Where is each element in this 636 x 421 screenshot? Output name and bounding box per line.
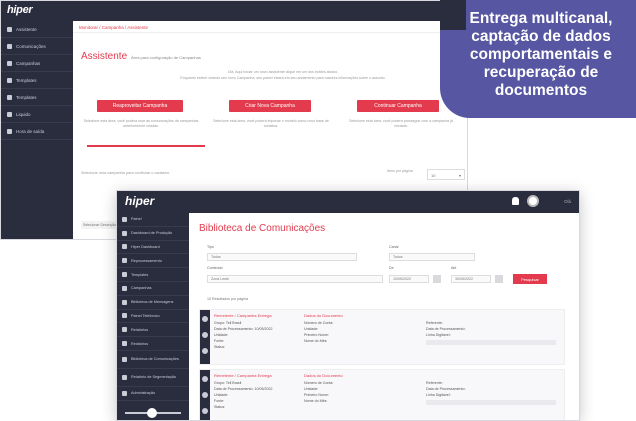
- sidebar: Assistente Comunicações Campanhas Templa…: [1, 21, 73, 239]
- sidebar-item-relatorio-segmentacao[interactable]: Relatório de Segmentação: [117, 369, 189, 387]
- library-icon: [122, 356, 127, 362]
- avatar[interactable]: [527, 195, 539, 207]
- page-title: Biblioteca de Comunicações: [199, 223, 326, 234]
- sidebar-item-templates[interactable]: Templates: [117, 268, 189, 282]
- sidebar-item-hiper-dashboard[interactable]: Hiper Dashboard: [117, 241, 189, 255]
- items-per-page-label: Itens por página: [387, 169, 413, 173]
- items-per-page-select[interactable]: 10 ▾: [427, 169, 465, 180]
- sidebar-item-campanhas[interactable]: Campanhas: [117, 282, 189, 296]
- ate-label: Até: [451, 266, 457, 270]
- chart-icon: [122, 244, 127, 250]
- info-text: Olá, Aqui iniciar um novo assistente cli…: [180, 70, 386, 80]
- chevron-down-icon: ▾: [458, 173, 461, 178]
- template-icon: [122, 272, 127, 278]
- template-icon: [7, 94, 12, 100]
- sidebar-item-biblioteca-mensagens[interactable]: Biblioteca de Mensagens: [117, 296, 189, 310]
- page-title: Assistente: [81, 51, 128, 62]
- new-campaign-desc: Selecione esta área, você poderá importa…: [213, 119, 329, 128]
- chat-icon: [7, 43, 12, 49]
- chart-icon: [122, 230, 127, 236]
- results-per-page[interactable]: 10 Resultados por página: [207, 297, 248, 301]
- slider-knob[interactable]: [147, 408, 157, 418]
- eye-icon[interactable]: [202, 392, 208, 398]
- diamond-icon: [122, 341, 127, 347]
- de-label: De: [389, 266, 394, 270]
- tipo-label: Tipo: [207, 245, 214, 249]
- clock-icon: [7, 128, 12, 134]
- sidebar-item-reprocessamento[interactable]: Reprocessamento: [117, 254, 189, 269]
- sidebar-item-hora[interactable]: Hora de saída: [1, 123, 73, 140]
- calendar-icon[interactable]: [433, 275, 441, 283]
- refresh-icon: [122, 258, 127, 264]
- document-card[interactable]: Remetente / Campanha Entrega Dados do Do…: [199, 369, 565, 420]
- continue-campaign-desc: Selecione esta área, você poderá prosseg…: [349, 119, 453, 128]
- reuse-campaign-desc: Selecione esta área, você poderá usar as…: [83, 119, 199, 128]
- sidebar-item-biblioteca-comunicacoes[interactable]: Biblioteca de Comunicações: [117, 351, 189, 369]
- home-icon: [122, 216, 127, 222]
- canal-select[interactable]: Todos: [389, 253, 475, 261]
- sidebar-item-administracao[interactable]: Administração: [117, 387, 189, 401]
- ate-date-input[interactable]: 30/05/2022: [451, 275, 491, 283]
- library-window: hiper Olá Painel Dashboard de Produção H…: [116, 190, 580, 421]
- selection-hint: Selecione uma campanha para continuar o …: [81, 171, 171, 175]
- top-bar: hiper: [1, 1, 467, 21]
- sidebar-item-assistente[interactable]: Assistente: [1, 21, 73, 38]
- shuffle-icon: [122, 285, 127, 291]
- new-campaign-button[interactable]: Criar Nova Campanha: [229, 100, 311, 112]
- sidebar-item-painel[interactable]: Painel: [117, 213, 189, 227]
- gear-icon: [122, 390, 127, 396]
- report-icon: [122, 327, 127, 333]
- search-button[interactable]: Pesquisar: [513, 274, 547, 284]
- sidebar-item-templates[interactable]: Templates: [1, 72, 73, 89]
- canal-label: Canal: [389, 245, 399, 249]
- search-icon[interactable]: [202, 316, 208, 322]
- document-card[interactable]: Remetente / Campanha Entrega Dados do Do…: [199, 309, 565, 365]
- phone-icon: [122, 313, 127, 319]
- sidebar-item-campanhas[interactable]: Campanhas: [1, 55, 73, 72]
- sidebar: Painel Dashboard de Produção Hiper Dashb…: [117, 213, 189, 420]
- search-icon[interactable]: [202, 376, 208, 382]
- selected-tab-underline: [87, 145, 205, 147]
- calendar-icon[interactable]: [495, 275, 503, 283]
- sidebar-item-liquido[interactable]: Liquido: [1, 106, 73, 123]
- continue-campaign-button[interactable]: Continuar Campanha: [357, 100, 439, 112]
- sidebar-item-painel-telefonico[interactable]: Painel Telefonico: [117, 310, 189, 324]
- sidebar-item-comunicacoes[interactable]: Comunicações: [1, 38, 73, 55]
- download-icon[interactable]: [202, 408, 208, 414]
- drop-icon: [7, 111, 12, 117]
- megaphone-icon: [7, 60, 12, 66]
- library-main: Biblioteca de Comunicações Tipo Todos Ca…: [189, 213, 579, 420]
- conteudo-input[interactable]: Zona Leste: [207, 275, 383, 283]
- book-icon: [122, 299, 127, 305]
- user-greeting[interactable]: Olá: [564, 199, 571, 204]
- page-subtitle: Área para configuração de Campanhas: [131, 55, 201, 60]
- promo-banner: Entrega multicanal, captação de dados co…: [440, 0, 636, 118]
- sidebar-item-templates-2[interactable]: Templates: [1, 89, 73, 106]
- sidebar-collapse-slider[interactable]: [125, 408, 181, 418]
- sidebar-item-relatorios-2[interactable]: Relatórios: [117, 337, 189, 351]
- conteudo-label: Conteúdo: [207, 266, 223, 270]
- eye-icon[interactable]: [202, 332, 208, 338]
- app-logo: hiper: [125, 194, 155, 208]
- sidebar-item-relatorios[interactable]: Relatórios: [117, 323, 189, 338]
- tipo-select[interactable]: Todos: [207, 253, 357, 261]
- segment-icon: [122, 374, 127, 380]
- sidebar-item-dashboard-producao[interactable]: Dashboard de Produção: [117, 227, 189, 241]
- wand-icon: [7, 26, 12, 32]
- de-date-input[interactable]: 10/05/2022: [389, 275, 429, 283]
- top-bar: hiper Olá: [117, 191, 579, 213]
- bell-icon[interactable]: [512, 197, 519, 205]
- app-logo: hiper: [7, 4, 33, 16]
- download-icon[interactable]: [202, 348, 208, 354]
- reuse-campaign-button[interactable]: Reaproveitar Campanha: [97, 100, 183, 112]
- template-icon: [7, 77, 12, 83]
- breadcrumb[interactable]: Monitorar / Campanha / Assistente: [73, 21, 467, 33]
